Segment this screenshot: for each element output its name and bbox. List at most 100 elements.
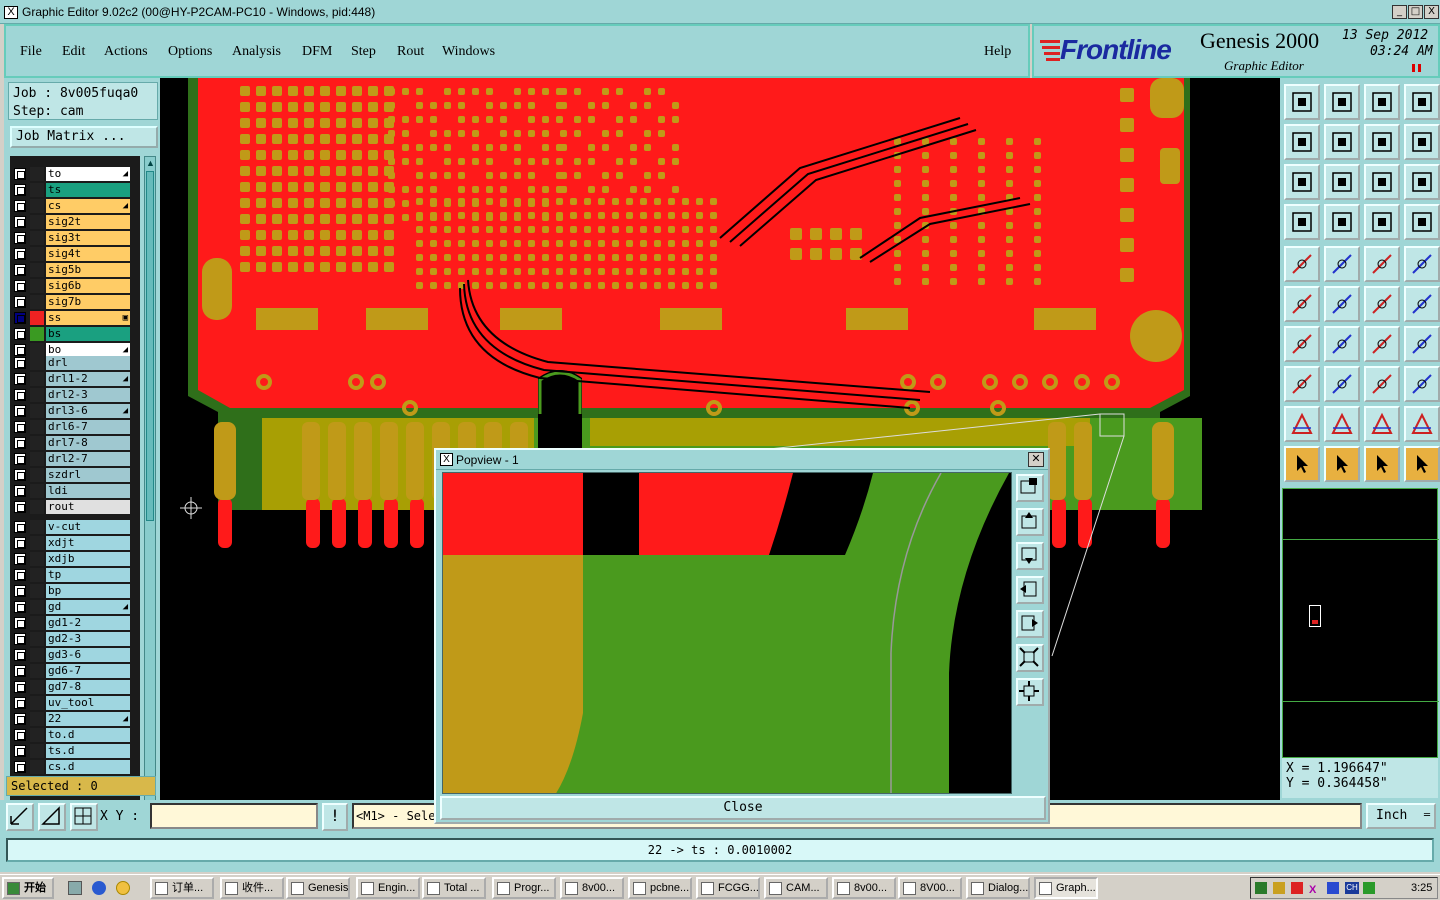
cross-select-button[interactable] [1324,286,1360,322]
popview-pan-down-button[interactable] [1016,542,1044,570]
ruler-button[interactable] [1364,246,1400,282]
layer-row-to[interactable]: to ◢ [10,166,140,182]
layer-color-swatch[interactable] [30,247,44,261]
taskbar-item[interactable]: Dialog... [966,877,1030,899]
layer-row-to.d[interactable]: to.d [10,727,140,743]
pan-left-button[interactable] [1284,124,1320,160]
layer-checkbox[interactable] [14,437,26,449]
layer-checkbox[interactable] [14,232,26,244]
unit-selector[interactable]: Inch ═ [1366,803,1436,829]
layer-checkbox[interactable] [14,421,26,433]
net-select-button[interactable] [1284,286,1320,322]
layer-row-xdjt[interactable]: xdjt [10,535,140,551]
layer-name[interactable]: drl2-3 [46,388,130,402]
layer-row-ts[interactable]: ts [10,182,140,198]
layer-row-szdrl[interactable]: szdrl [10,467,140,483]
layer-name[interactable]: ss ▣ [46,311,130,325]
layer-row-sig4t[interactable]: sig4t [10,246,140,262]
triangle-a-button[interactable] [1284,406,1320,442]
layer-list[interactable]: to ◢ ts cs ◢ sig2t sig3t sig4t sig5b sig6b sig7b ss… [10,156,140,846]
layer-checkbox[interactable] [14,537,26,549]
pointer-rotate-button[interactable] [1364,446,1400,482]
layer-color-swatch[interactable] [30,279,44,293]
clock-app-icon[interactable] [116,881,130,895]
popview-zoom-out-button[interactable] [1016,678,1044,706]
layer-row-22[interactable]: 22 ◢ [10,711,140,727]
layer-color-swatch[interactable] [30,263,44,277]
layer-name[interactable]: uv_tool [46,696,130,710]
layer-color-swatch[interactable] [30,520,44,534]
layer-color-swatch[interactable] [30,215,44,229]
layer-color-swatch[interactable] [30,420,44,434]
taskbar-item[interactable]: Graph... [1034,877,1098,899]
start-button[interactable]: 开始 [2,877,54,899]
minimize-button[interactable]: _ [1392,5,1407,19]
tray-network-icon[interactable] [1255,882,1267,894]
layer-name[interactable]: sig6b [46,279,130,293]
snap-mode-button[interactable] [6,803,34,831]
layer-color-swatch[interactable] [30,436,44,450]
grid-snap-button[interactable] [38,803,66,831]
layer-color-swatch[interactable] [30,404,44,418]
layer-checkbox[interactable] [14,373,26,385]
layer-checkbox[interactable] [14,200,26,212]
layer-name[interactable]: 22 ◢ [46,712,130,726]
taskbar-item[interactable]: Progr... [492,877,556,899]
taskbar-item[interactable]: Total ... [422,877,486,899]
taskbar-item[interactable]: Engin... [356,877,420,899]
layer-name[interactable]: bp [46,584,130,598]
layer-checkbox[interactable] [14,601,26,613]
layer-color-swatch[interactable] [30,744,44,758]
layer-name[interactable]: ts.d [46,744,130,758]
layer-checkbox[interactable] [14,681,26,693]
layer-name[interactable]: to ◢ [46,167,130,181]
tray-language-icon[interactable]: CH [1345,882,1359,894]
layer-checkbox[interactable] [14,280,26,292]
layer-color-swatch[interactable] [30,632,44,646]
layer-name[interactable]: drl6-7 [46,420,130,434]
layer-row-drl[interactable]: drl [10,355,140,371]
pointer-select-button[interactable] [1324,446,1360,482]
close-window-button[interactable]: X [1424,5,1439,19]
layer-list-scrollbar[interactable]: ▲ ▼ [144,156,156,846]
layer-name[interactable]: ts [46,183,130,197]
popview-pan-up-button[interactable] [1016,508,1044,536]
layer-color-swatch[interactable] [30,584,44,598]
layer-color-swatch[interactable] [30,696,44,710]
triangle-c-button[interactable] [1364,406,1400,442]
shape-select-button[interactable] [1404,366,1440,402]
layer-list-red-button[interactable] [1404,204,1440,240]
layer-color-swatch[interactable] [30,728,44,742]
taskbar-item[interactable]: Genesis [286,877,350,899]
layer-name[interactable]: gd7-8 [46,680,130,694]
layer-row-drl6-7[interactable]: drl6-7 [10,419,140,435]
layer-checkbox[interactable] [14,248,26,260]
menu-help[interactable]: Help [984,44,1011,60]
layer-row-sig5b[interactable]: sig5b [10,262,140,278]
popview-title-bar[interactable]: X Popview - 1 ✕ [436,450,1048,470]
layer-color-swatch[interactable] [30,680,44,694]
menu-dfm[interactable]: DFM [302,44,332,60]
layer-row-v-cut[interactable]: v-cut [10,519,140,535]
add-pad-button[interactable] [1284,366,1320,402]
layer-name[interactable]: bs [46,327,130,341]
popview-close-icon[interactable]: ✕ [1028,452,1044,467]
layer-color-swatch[interactable] [30,536,44,550]
layer-name[interactable]: sig2t [46,215,130,229]
layer-color-swatch[interactable] [30,616,44,630]
layer-color-swatch[interactable] [30,372,44,386]
layer-name[interactable]: drl1-2 ◢ [46,372,130,386]
layer-name[interactable]: xdjt [46,536,130,550]
layer-checkbox[interactable] [14,469,26,481]
undo-view-button[interactable] [1364,124,1400,160]
popview-canvas[interactable] [442,472,1012,794]
taskbar-item[interactable]: pcbne... [628,877,692,899]
layer-checkbox[interactable] [14,405,26,417]
layer-checkbox[interactable] [14,665,26,677]
layer-name[interactable]: tp [46,568,130,582]
menu-options[interactable]: Options [168,44,212,60]
taskbar-item[interactable]: 8V00... [898,877,962,899]
layer-color-swatch[interactable] [30,648,44,662]
layer-color-swatch[interactable] [30,600,44,614]
layer-row-drl2-7[interactable]: drl2-7 [10,451,140,467]
